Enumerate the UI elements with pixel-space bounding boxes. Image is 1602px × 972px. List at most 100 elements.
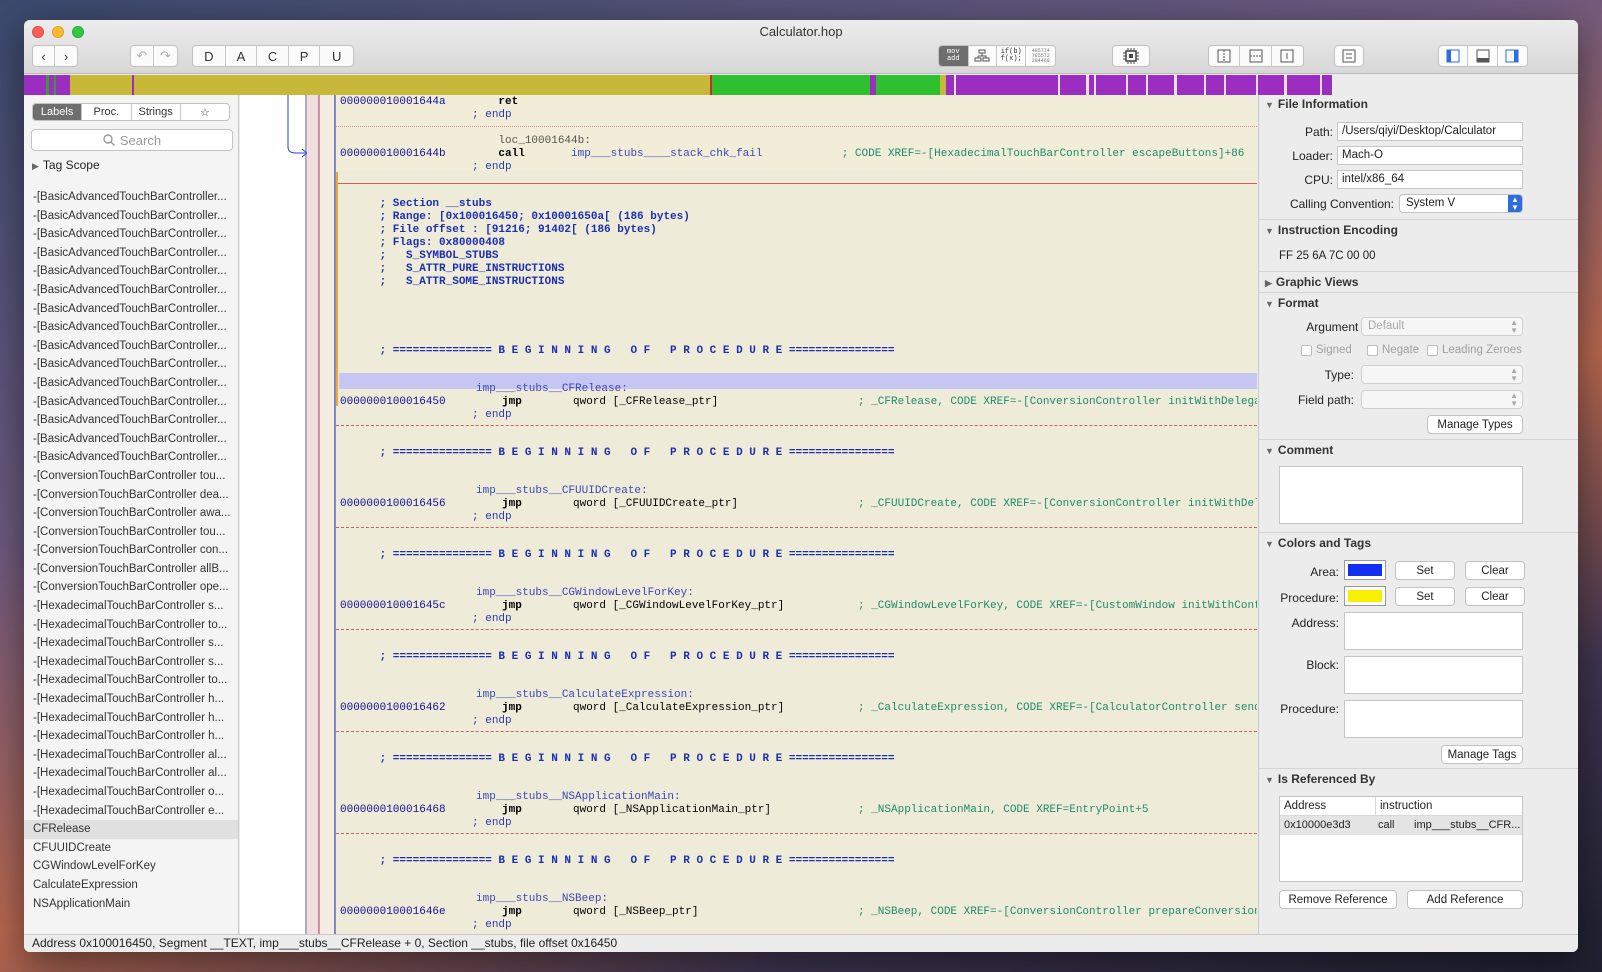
list-icon[interactable] xyxy=(1334,45,1364,67)
path-field[interactable]: /Users/qiyi/Desktop/Calculator xyxy=(1337,122,1523,141)
area-color-well[interactable] xyxy=(1344,560,1386,580)
label-list-item[interactable]: -[BasicAdvancedTouchBarController... xyxy=(24,430,238,449)
argument-select[interactable]: Default ▲ ▼ xyxy=(1361,317,1523,336)
cpu-field[interactable]: intel/x86_64 xyxy=(1337,170,1523,189)
label-list-item[interactable]: -[BasicAdvancedTouchBarController... xyxy=(24,393,238,412)
code-line[interactable]: 000000010001644b call imp___stubs____sta… xyxy=(340,148,1244,161)
label-list-item[interactable]: -[BasicAdvancedTouchBarController... xyxy=(24,281,238,300)
instruction-encoding-header[interactable]: ▼ Instruction Encoding xyxy=(1265,223,1398,237)
referenced-by-header[interactable]: ▼ Is Referenced By xyxy=(1265,772,1375,786)
label-list-item[interactable]: -[BasicAdvancedTouchBarController... xyxy=(24,318,238,337)
instruction-address[interactable]: 0000000100016450 xyxy=(340,396,446,409)
hex-mode-button[interactable]: 485774 785572 284469 xyxy=(1026,46,1055,66)
label-list-item[interactable]: -[HexadecimalTouchBarController s... xyxy=(24,597,238,616)
label-list-item[interactable]: -[BasicAdvancedTouchBarController... xyxy=(24,188,238,207)
instruction-operand[interactable]: qword [_CalculateExpression_ptr] xyxy=(573,702,784,715)
code-line[interactable]: 000000010001644a ret xyxy=(340,96,518,109)
label-list-item[interactable]: -[HexadecimalTouchBarController s... xyxy=(24,634,238,653)
forward-icon[interactable]: › xyxy=(55,46,77,66)
label-list-item[interactable]: -[ConversionTouchBarController dea... xyxy=(24,486,238,505)
disassembly-view[interactable]: 000000010001644a ret ; endp loc_10001644… xyxy=(336,95,1257,934)
tab-favorites[interactable]: ☆ xyxy=(181,104,229,120)
hsplit-icon[interactable] xyxy=(1240,46,1272,66)
code-line[interactable]: ; endp xyxy=(340,161,512,174)
format-header[interactable]: ▼ Format xyxy=(1265,296,1319,310)
column-address[interactable]: Address xyxy=(1280,797,1376,815)
procedure-set-button[interactable]: Set xyxy=(1395,587,1455,606)
code-label[interactable]: loc_10001644b: xyxy=(340,135,590,148)
back-icon[interactable]: ‹ xyxy=(33,46,56,66)
label-list-item[interactable]: -[HexadecimalTouchBarController al... xyxy=(24,764,238,783)
area-set-button[interactable]: Set xyxy=(1395,561,1455,580)
manage-tags-button[interactable]: Manage Tags xyxy=(1441,745,1523,764)
cfg-mode-icon[interactable] xyxy=(969,46,997,66)
field-path-select[interactable]: ▲ ▼ xyxy=(1361,390,1523,409)
instruction-mnemonic[interactable]: jmp xyxy=(502,702,522,715)
assembly-mode-button[interactable]: mov add xyxy=(939,46,969,66)
calling-convention-select[interactable]: System V ▲ ▼ xyxy=(1399,194,1523,213)
label-list-item[interactable]: -[HexadecimalTouchBarController h... xyxy=(24,727,238,746)
pseudocode-mode-button[interactable]: if(b) f(x); xyxy=(997,46,1027,66)
left-panel-icon[interactable] xyxy=(1439,46,1469,66)
instruction-operand[interactable]: qword [_CGWindowLevelForKey_ptr] xyxy=(573,600,784,613)
table-row[interactable]: 0x10000e3d3 call imp___stubs__CFR... xyxy=(1280,816,1522,835)
data-type-button[interactable]: D xyxy=(193,46,226,66)
instruction-mnemonic[interactable]: jmp xyxy=(502,600,522,613)
tab-strings[interactable]: Strings xyxy=(132,104,181,120)
label-list-item[interactable]: CFUUIDCreate xyxy=(24,839,238,858)
undo-icon[interactable]: ↶ xyxy=(131,46,155,66)
column-instruction[interactable]: instruction xyxy=(1376,797,1432,815)
code-type-button[interactable]: C xyxy=(257,46,289,66)
label-list-item[interactable]: -[HexadecimalTouchBarController o... xyxy=(24,783,238,802)
label-list-item[interactable]: -[HexadecimalTouchBarController h... xyxy=(24,709,238,728)
instruction-operand[interactable]: qword [_NSBeep_ptr] xyxy=(573,906,698,919)
redo-icon[interactable]: ↷ xyxy=(154,46,177,66)
type-select[interactable]: ▲ ▼ xyxy=(1361,365,1523,384)
instruction-operand[interactable]: qword [_NSApplicationMain_ptr] xyxy=(573,804,771,817)
graphic-views-header[interactable]: ▶ Graphic Views xyxy=(1265,275,1358,289)
procedure-clear-button[interactable]: Clear xyxy=(1465,587,1525,606)
code-line[interactable]: ; endp xyxy=(340,109,512,122)
file-info-header[interactable]: ▼ File Information xyxy=(1265,97,1368,111)
tab-procedures[interactable]: Proc. xyxy=(82,104,132,120)
procedure-tags-field[interactable] xyxy=(1344,700,1523,738)
instruction-address[interactable]: 0000000100016462 xyxy=(340,702,446,715)
label-list-item[interactable]: -[BasicAdvancedTouchBarController... xyxy=(24,244,238,263)
add-reference-button[interactable]: Add Reference xyxy=(1407,890,1523,909)
label-list-item[interactable]: -[HexadecimalTouchBarController to... xyxy=(24,616,238,635)
segment-navigation-bar[interactable] xyxy=(24,75,1578,95)
label-list-item[interactable]: -[HexadecimalTouchBarController s... xyxy=(24,653,238,672)
label-list-item[interactable]: NSApplicationMain xyxy=(24,895,238,914)
info-icon[interactable] xyxy=(1272,46,1303,66)
label-list-item[interactable]: -[BasicAdvancedTouchBarController... xyxy=(24,300,238,319)
label-list-item[interactable]: -[BasicAdvancedTouchBarController... xyxy=(24,225,238,244)
loader-field[interactable]: Mach-O xyxy=(1337,146,1523,165)
colors-tags-header[interactable]: ▼ Colors and Tags xyxy=(1265,536,1371,550)
label-list-item[interactable]: CalculateExpression xyxy=(24,876,238,895)
search-input[interactable]: Search xyxy=(31,129,233,151)
instruction-mnemonic[interactable]: jmp xyxy=(502,906,522,919)
address-tags-field[interactable] xyxy=(1344,612,1523,650)
label-list-item[interactable]: -[HexadecimalTouchBarController e... xyxy=(24,802,238,821)
label-list-item[interactable]: -[BasicAdvancedTouchBarController... xyxy=(24,337,238,356)
label-list-item[interactable]: -[ConversionTouchBarController con... xyxy=(24,541,238,560)
label-list-item[interactable]: CFRelease xyxy=(24,820,238,839)
label-list-item[interactable]: -[HexadecimalTouchBarController to... xyxy=(24,671,238,690)
comment-textarea[interactable] xyxy=(1279,466,1523,524)
instruction-mnemonic[interactable]: jmp xyxy=(502,804,522,817)
area-clear-button[interactable]: Clear xyxy=(1465,561,1525,580)
label-list-item[interactable]: -[BasicAdvancedTouchBarController... xyxy=(24,374,238,393)
undefined-type-button[interactable]: U xyxy=(320,46,353,66)
procedure-label[interactable]: imp___stubs__CGWindowLevelForKey: xyxy=(476,587,694,600)
label-list-item[interactable]: -[ConversionTouchBarController tou... xyxy=(24,467,238,486)
instruction-mnemonic[interactable]: jmp xyxy=(502,498,522,511)
block-tags-field[interactable] xyxy=(1344,656,1523,694)
label-list-item[interactable]: -[BasicAdvancedTouchBarController... xyxy=(24,207,238,226)
split-icon[interactable] xyxy=(1209,46,1241,66)
label-list-item[interactable]: -[ConversionTouchBarController ope... xyxy=(24,578,238,597)
comment-header[interactable]: ▼ Comment xyxy=(1265,443,1333,457)
cpu-icon[interactable] xyxy=(1112,45,1150,67)
instruction-address[interactable]: 000000010001646e xyxy=(340,906,446,919)
bottom-panel-icon[interactable] xyxy=(1468,46,1498,66)
label-list-item[interactable]: -[BasicAdvancedTouchBarController... xyxy=(24,355,238,374)
